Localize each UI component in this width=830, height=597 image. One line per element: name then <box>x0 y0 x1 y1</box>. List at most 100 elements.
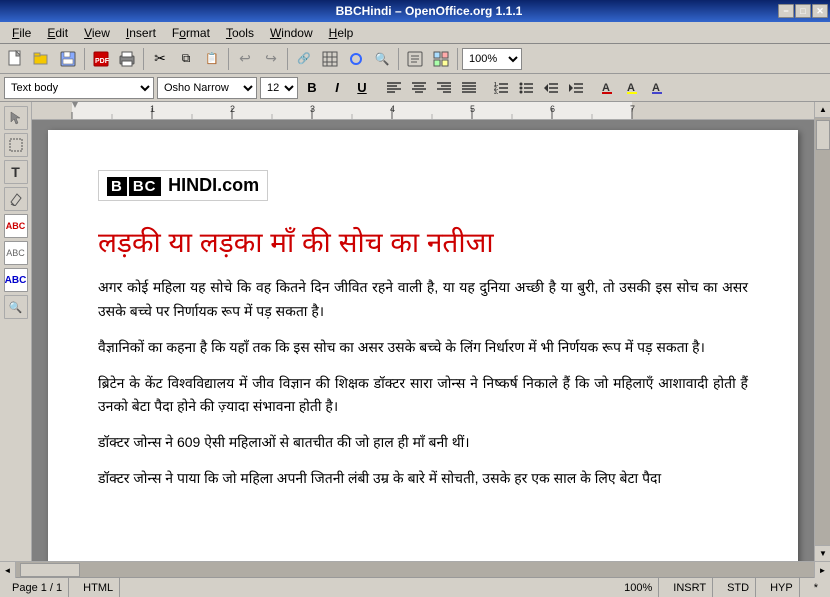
align-right-button[interactable] <box>433 77 455 99</box>
undo-button[interactable]: ↩ <box>233 47 257 71</box>
scroll-down-button[interactable]: ▼ <box>815 545 830 561</box>
svg-text:3: 3 <box>310 104 315 114</box>
page-status: Page 1 / 1 <box>6 578 69 597</box>
abc-blue-icon: ABC <box>4 268 28 292</box>
menu-window[interactable]: Window <box>262 24 321 42</box>
paste-button[interactable]: 📋 <box>200 47 224 71</box>
document-page[interactable]: B BC HINDI.com लड़की या लड़का माँ की सोच… <box>48 130 798 561</box>
maximize-button[interactable]: □ <box>795 4 811 18</box>
paragraph-4[interactable]: डॉक्टर जोन्स ने 609 ऐसी महिलाओं से बातची… <box>98 431 748 455</box>
selection-icon[interactable] <box>4 133 28 157</box>
copy-button[interactable]: ⧉ <box>174 47 198 71</box>
menu-file[interactable]: File <box>4 24 39 42</box>
export-pdf-button[interactable]: PDF <box>89 47 113 71</box>
gallery-button[interactable] <box>429 47 453 71</box>
numbering-button[interactable]: 1.2.3. <box>490 77 512 99</box>
font-select[interactable]: Osho Narrow <box>157 77 257 99</box>
menu-bar: File Edit View Insert Format Tools Windo… <box>0 22 830 44</box>
cut-button[interactable]: ✂ <box>148 47 172 71</box>
separator-4 <box>287 48 288 70</box>
paragraph-3[interactable]: ब्रिटेन के केंट विश्वविद्यालय में जीव वि… <box>98 372 748 420</box>
center-col: 1 2 3 4 5 6 7 <box>32 102 814 561</box>
bold-button[interactable]: B <box>301 77 323 99</box>
save-button[interactable] <box>56 47 80 71</box>
print-button[interactable] <box>115 47 139 71</box>
redo-button[interactable]: ↪ <box>259 47 283 71</box>
align-left-button[interactable] <box>383 77 405 99</box>
scroll-left-button[interactable]: ◄ <box>0 562 16 578</box>
new-button[interactable] <box>4 47 28 71</box>
cursor-icon[interactable] <box>4 106 28 130</box>
highlight-button[interactable]: A <box>622 77 644 99</box>
decrease-indent-button[interactable] <box>540 77 562 99</box>
body-layout: T ABC ABC ABC 🔍 <box>0 102 830 577</box>
menu-tools[interactable]: Tools <box>218 24 262 42</box>
scroll-track[interactable] <box>815 118 830 545</box>
toolbar: PDF ✂ ⧉ 📋 ↩ ↪ 🔗 🔍 100% 75% 150% 200% <box>0 44 830 74</box>
paragraph-style-select[interactable]: Text body <box>4 77 154 99</box>
abc-gray-icon: ABC <box>4 241 28 265</box>
scroll-thumb[interactable] <box>816 120 830 150</box>
format-status: HTML <box>77 578 120 597</box>
svg-text:5: 5 <box>470 104 475 114</box>
scroll-up-button[interactable]: ▲ <box>815 102 830 118</box>
svg-text:1: 1 <box>150 104 155 114</box>
edit-icon[interactable] <box>4 187 28 211</box>
article-heading[interactable]: लड़की या लड़का माँ की सोच का नतीजा <box>98 223 748 262</box>
paragraph-2[interactable]: वैज्ञानिकों का कहना है कि यहाँ तक कि इस … <box>98 336 748 360</box>
menu-help[interactable]: Help <box>321 24 362 42</box>
zoom-select[interactable]: 100% 75% 150% 200% <box>462 48 522 70</box>
svg-text:6: 6 <box>550 104 555 114</box>
zoom-status: 100% <box>618 578 659 597</box>
title-bar: BBCHindi – OpenOffice.org 1.1.1 − □ ✕ <box>0 0 830 22</box>
separator-6 <box>457 48 458 70</box>
h-scroll-thumb[interactable] <box>20 563 80 577</box>
separator-2 <box>143 48 144 70</box>
scroll-right-button[interactable]: ► <box>814 562 830 578</box>
bullets-button[interactable] <box>515 77 537 99</box>
bbc-logo: B BC HINDI.com <box>98 170 268 201</box>
align-center-button[interactable] <box>408 77 430 99</box>
paragraph-5[interactable]: डॉक्टर जोन्स ने पाया कि जो महिला अपनी जि… <box>98 467 748 491</box>
menu-format[interactable]: Format <box>164 24 218 42</box>
separator-3 <box>228 48 229 70</box>
find-replace-icon[interactable]: 🔍 <box>4 295 28 319</box>
separator-1 <box>84 48 85 70</box>
font-size-select[interactable]: 12 <box>260 77 298 99</box>
bbc-boxes: B BC <box>107 177 161 196</box>
hyperlink-button[interactable]: 🔗 <box>292 47 316 71</box>
open-button[interactable] <box>30 47 54 71</box>
window-title: BBCHindi – OpenOffice.org 1.1.1 <box>80 4 778 18</box>
table-button[interactable] <box>318 47 342 71</box>
find-button[interactable]: 🔍 <box>370 47 394 71</box>
menu-insert[interactable]: Insert <box>118 24 164 42</box>
minimize-button[interactable]: − <box>778 4 794 18</box>
navigator-button[interactable] <box>403 47 427 71</box>
star-status: * <box>808 578 824 597</box>
align-justify-button[interactable] <box>458 77 480 99</box>
left-panel: T ABC ABC ABC 🔍 <box>0 102 32 561</box>
show-draw-button[interactable] <box>344 47 368 71</box>
bbc-hindi-text: HINDI.com <box>168 175 259 195</box>
menu-view[interactable]: View <box>76 24 118 42</box>
char-background-button[interactable]: A <box>647 77 669 99</box>
h-scroll-track[interactable] <box>16 562 814 577</box>
increase-indent-button[interactable] <box>565 77 587 99</box>
status-bar: Page 1 / 1 HTML 100% INSRT STD HYP * <box>0 577 830 597</box>
font-color-button[interactable]: A <box>597 77 619 99</box>
menu-edit[interactable]: Edit <box>39 24 76 42</box>
insert-status: INSRT <box>667 578 713 597</box>
underline-button[interactable]: U <box>351 77 373 99</box>
page-area: B BC HINDI.com लड़की या लड़का माँ की सोच… <box>32 120 814 561</box>
horizontal-scrollbar: ◄ ► <box>0 561 830 577</box>
close-button[interactable]: ✕ <box>812 4 828 18</box>
horizontal-ruler: 1 2 3 4 5 6 7 <box>32 102 814 120</box>
italic-button[interactable]: I <box>326 77 348 99</box>
separator-5 <box>398 48 399 70</box>
hyp-status: HYP <box>764 578 800 597</box>
text-icon[interactable]: T <box>4 160 28 184</box>
svg-text:2: 2 <box>230 104 235 114</box>
abc-red-icon: ABC <box>4 214 28 238</box>
paragraph-1[interactable]: अगर कोई महिला यह सोचे कि वह कितने दिन जी… <box>98 276 748 324</box>
format-bar: Text body Osho Narrow 12 B I U 1.2.3. A … <box>0 74 830 102</box>
